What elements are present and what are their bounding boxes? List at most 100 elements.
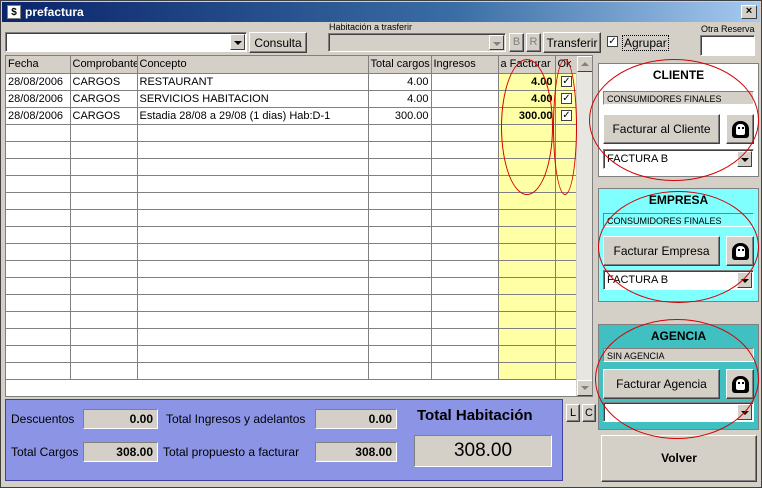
col-comprobante[interactable]: Comprobante <box>70 56 138 74</box>
agencia-title: AGENCIA <box>650 329 707 343</box>
descuentos-label: Descuentos <box>11 412 75 426</box>
ok-checkbox[interactable]: ✓ <box>561 110 572 122</box>
cell-comprobante[interactable]: CARGOS <box>70 73 138 91</box>
cell-concepto[interactable]: RESTAURANT <box>137 73 369 91</box>
empty-cell <box>431 175 499 193</box>
empty-cell <box>6 277 71 295</box>
col-a-facturar[interactable]: a Facturar <box>498 56 556 74</box>
charges-grid[interactable]: Fecha Comprobante Concepto Total cargos … <box>5 55 593 397</box>
empty-cell <box>498 277 556 295</box>
cell-a-facturar[interactable]: 4.00 <box>498 90 556 108</box>
facturar-agencia-button[interactable]: Facturar Agencia <box>603 369 720 399</box>
empty-cell <box>137 209 369 227</box>
agencia-factura-select[interactable] <box>603 402 754 422</box>
consulta-button[interactable]: Consulta <box>249 32 307 53</box>
empresa-factura-select[interactable]: FACTURA B <box>603 270 754 290</box>
empty-cell <box>368 328 432 346</box>
search-combobox[interactable] <box>5 32 247 52</box>
cell-ok[interactable]: ✓ <box>555 73 579 91</box>
cell-total-cargos[interactable]: 4.00 <box>368 73 432 91</box>
empty-cell <box>368 141 432 159</box>
cell-ok[interactable]: ✓ <box>555 107 579 125</box>
table-row[interactable]: 28/08/2006 CARGOS Estadia 28/08 a 29/08 (1… <box>6 107 579 125</box>
ok-checkbox[interactable]: ✓ <box>561 76 572 88</box>
cell-fecha[interactable]: 28/08/2006 <box>6 90 71 108</box>
total-habitacion-value: 308.00 <box>414 435 552 467</box>
empty-cell <box>137 362 369 380</box>
facturar-cliente-button[interactable]: Facturar al Cliente <box>603 114 720 144</box>
table-row[interactable]: 28/08/2006 CARGOS SERVICIOS HABITACION 4.00… <box>6 90 579 108</box>
empty-cell <box>555 328 579 346</box>
transferir-button[interactable]: Transferir <box>543 32 601 53</box>
empty-cell <box>137 141 369 159</box>
title-bar: $ prefactura × <box>2 2 760 22</box>
empty-cell <box>6 124 71 142</box>
person-icon <box>732 376 749 393</box>
empty-cell <box>137 345 369 363</box>
cell-ingresos[interactable] <box>431 73 499 91</box>
person-icon <box>732 243 749 260</box>
cell-ingresos[interactable] <box>431 107 499 125</box>
cell-comprobante[interactable]: CARGOS <box>70 90 138 108</box>
empresa-factura-value: FACTURA B <box>607 274 669 286</box>
otra-reserva-input[interactable] <box>700 35 755 56</box>
cliente-factura-select[interactable]: FACTURA B <box>603 149 754 169</box>
empty-cell <box>137 311 369 329</box>
chevron-down-icon[interactable] <box>489 35 504 50</box>
empty-row <box>6 175 579 193</box>
cell-fecha[interactable]: 28/08/2006 <box>6 107 71 125</box>
cell-concepto[interactable]: SERVICIOS HABITACION <box>137 90 369 108</box>
cell-concepto[interactable]: Estadia 28/08 a 29/08 (1 dias) Hab:D-1 <box>137 107 369 125</box>
scroll-up-icon[interactable] <box>577 56 592 72</box>
cell-comprobante[interactable]: CARGOS <box>70 107 138 125</box>
habitacion-combobox[interactable] <box>328 33 506 52</box>
empty-cell <box>6 311 71 329</box>
col-total-cargos[interactable]: Total cargos <box>368 56 432 74</box>
empty-row <box>6 311 579 329</box>
empty-cell <box>431 158 499 176</box>
empty-cell <box>555 345 579 363</box>
agencia-person-button[interactable] <box>726 369 754 399</box>
empresa-person-button[interactable] <box>726 236 754 266</box>
chevron-down-icon[interactable] <box>737 404 752 420</box>
grid-scrollbar[interactable] <box>576 56 592 396</box>
facturar-empresa-button[interactable]: Facturar Empresa <box>603 236 720 266</box>
col-fecha[interactable]: Fecha <box>6 56 71 74</box>
empty-cell <box>498 345 556 363</box>
empty-cell <box>431 124 499 142</box>
cell-a-facturar[interactable]: 300.00 <box>498 107 556 125</box>
empty-cell <box>368 277 432 295</box>
chevron-down-icon[interactable] <box>737 272 752 288</box>
r-button[interactable]: R <box>526 33 541 52</box>
chevron-down-icon[interactable] <box>230 34 245 50</box>
cell-fecha[interactable]: 28/08/2006 <box>6 73 71 91</box>
empty-cell <box>70 345 138 363</box>
empty-row <box>6 158 579 176</box>
col-ingresos[interactable]: Ingresos <box>431 56 499 74</box>
empty-cell <box>368 311 432 329</box>
cell-total-cargos[interactable]: 300.00 <box>368 107 432 125</box>
close-button[interactable]: × <box>741 5 757 19</box>
empty-cell <box>70 328 138 346</box>
l-button[interactable]: L <box>566 404 580 422</box>
cell-ingresos[interactable] <box>431 90 499 108</box>
cell-ok[interactable]: ✓ <box>555 90 579 108</box>
empty-cell <box>431 362 499 380</box>
volver-button[interactable]: Volver <box>601 435 757 482</box>
cliente-person-button[interactable] <box>726 114 754 144</box>
col-ok[interactable]: Ok <box>555 56 579 74</box>
empty-cell <box>498 243 556 261</box>
table-row[interactable]: 28/08/2006 CARGOS RESTAURANT 4.00 4.00 ✓ <box>6 73 579 91</box>
cliente-panel: CLIENTE CONSUMIDORES FINALES Facturar al… <box>598 63 759 177</box>
ok-checkbox[interactable]: ✓ <box>561 93 572 105</box>
empty-cell <box>498 294 556 312</box>
cell-total-cargos[interactable]: 4.00 <box>368 90 432 108</box>
chevron-down-icon[interactable] <box>737 151 752 167</box>
empty-cell <box>368 209 432 227</box>
scroll-down-icon[interactable] <box>577 380 592 396</box>
b-button[interactable]: B <box>509 33 524 52</box>
empty-cell <box>6 294 71 312</box>
cell-a-facturar[interactable]: 4.00 <box>498 73 556 91</box>
c-button[interactable]: C <box>582 404 596 422</box>
col-concepto[interactable]: Concepto <box>137 56 369 74</box>
